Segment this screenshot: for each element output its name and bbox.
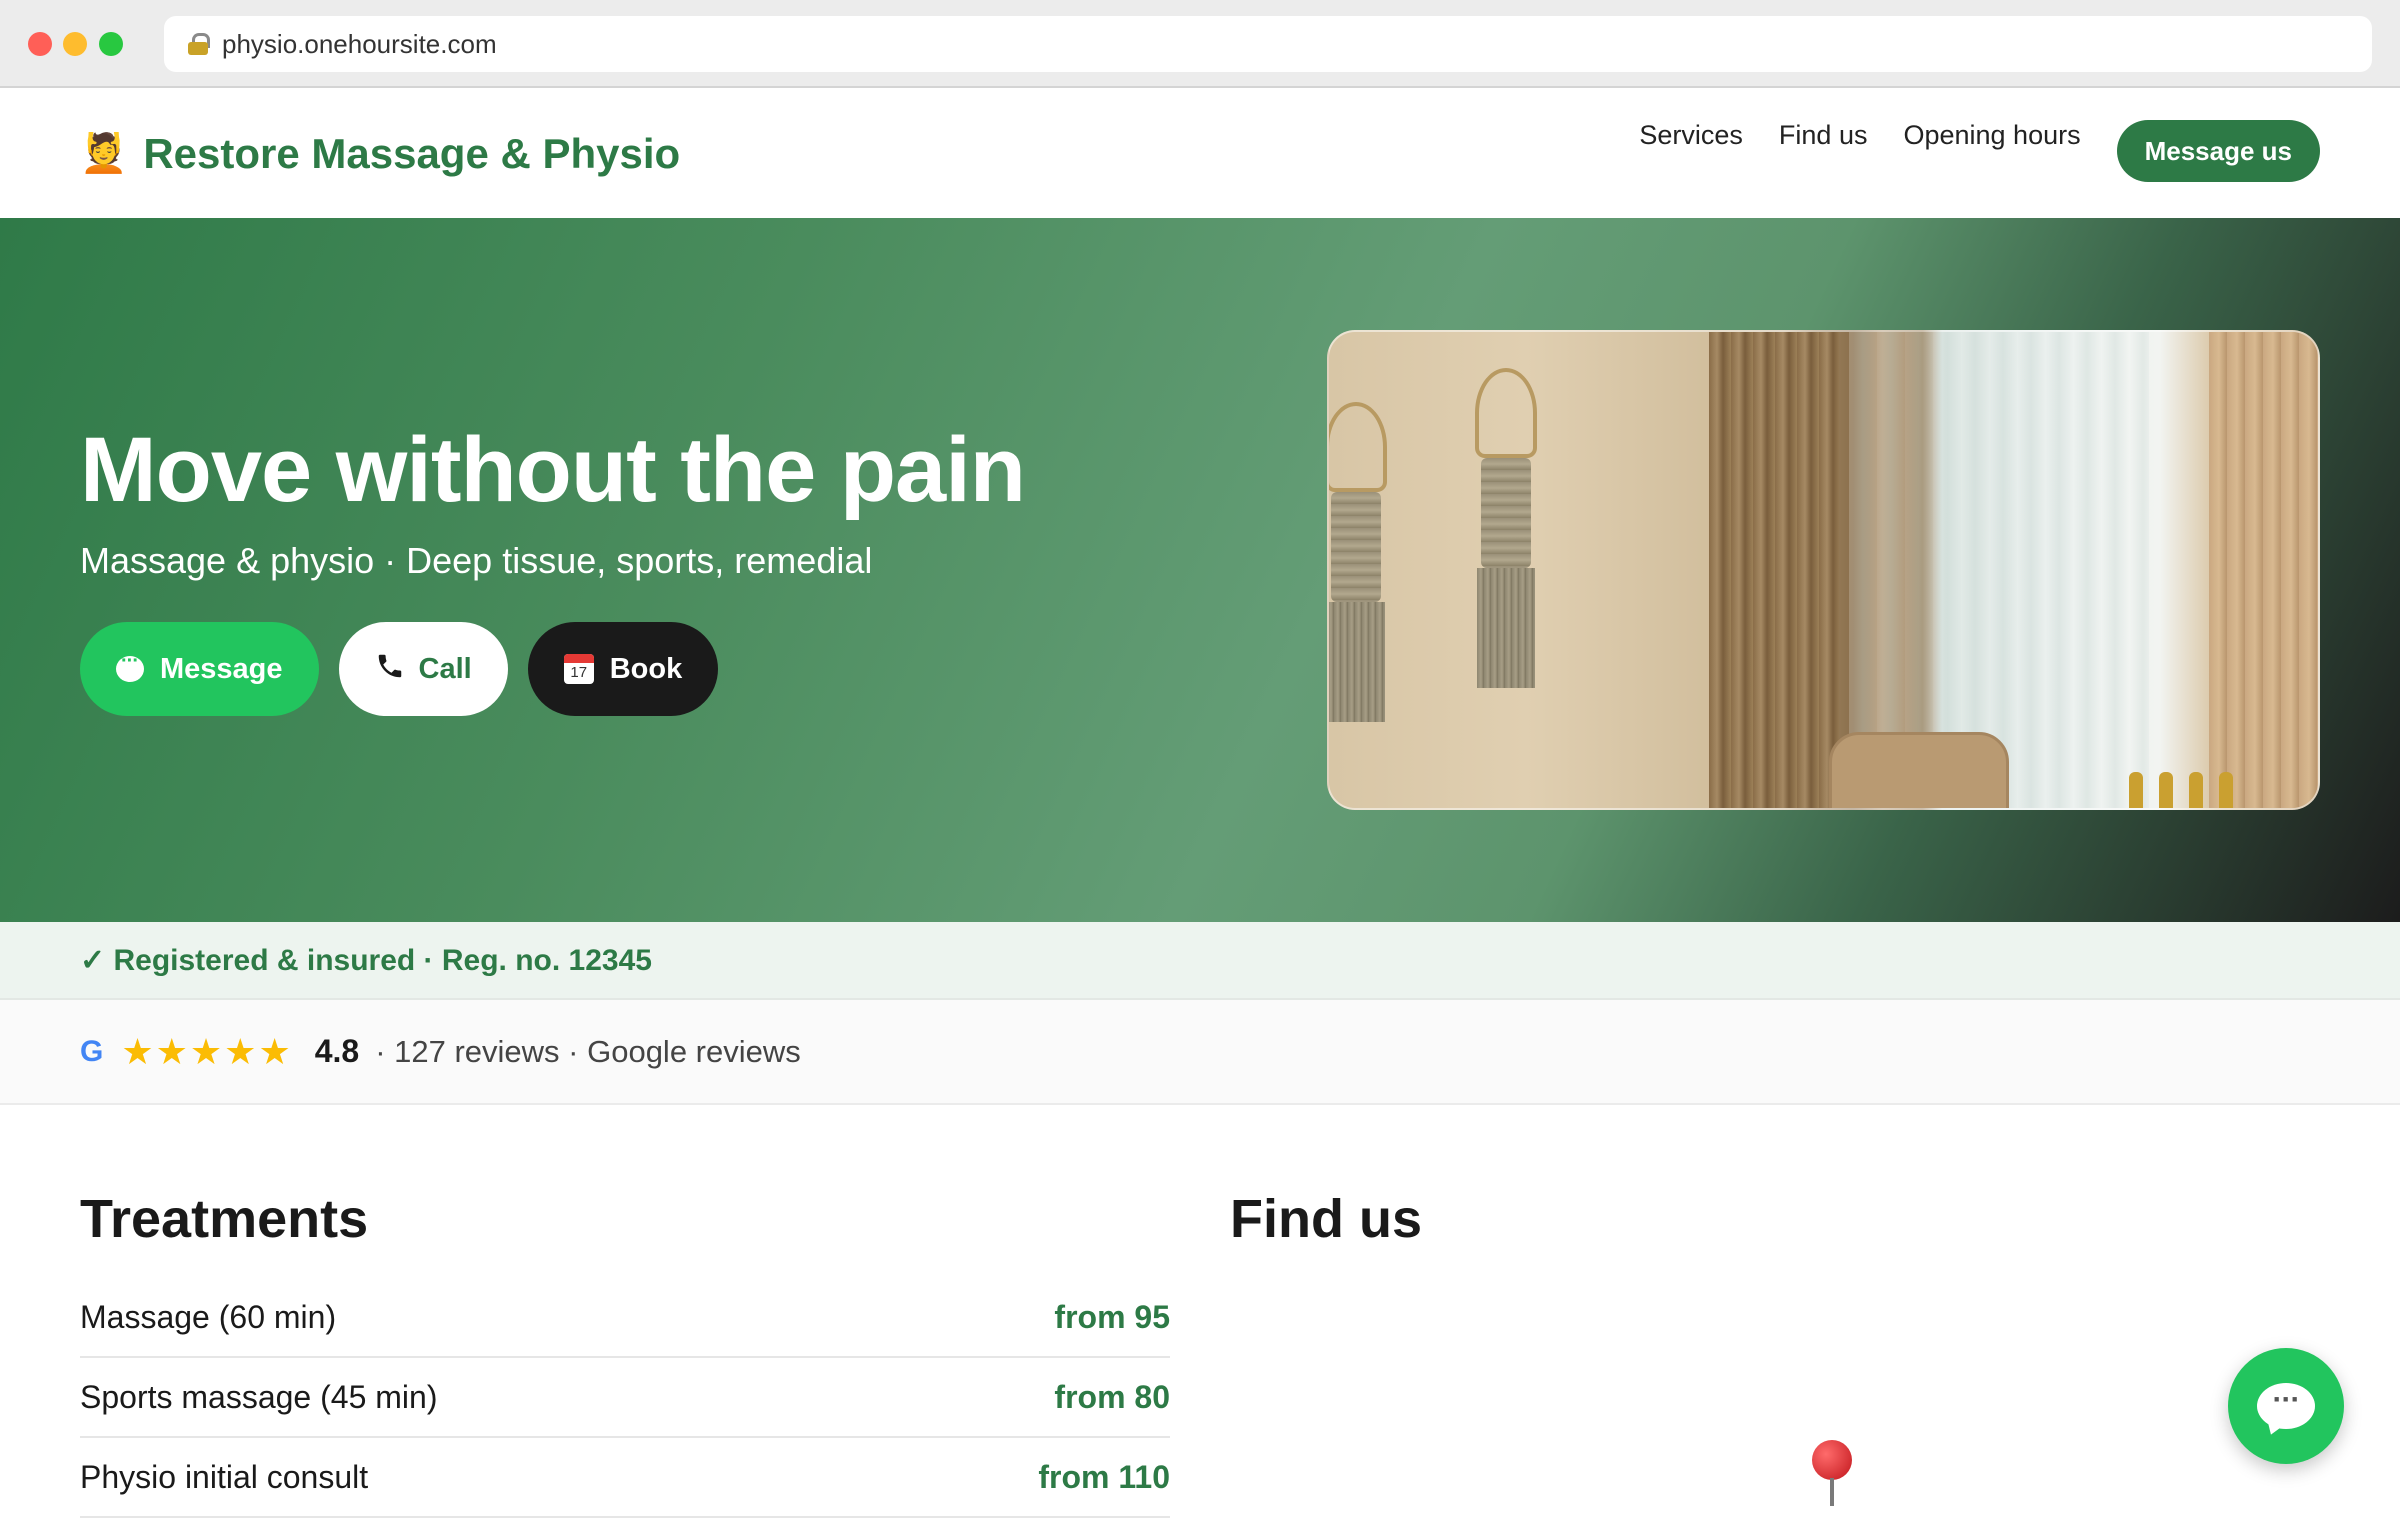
book-button-label: Book [609,652,683,685]
treatment-price: from 110 [1038,1458,1170,1495]
chat-fab-button[interactable]: ··· [2228,1348,2344,1464]
hero-title: Move without the pain [80,419,1026,521]
treatments-title: Treatments [80,1189,369,1249]
call-button[interactable]: Call [338,622,508,716]
treatment-name: Massage (60 min) [80,1298,337,1335]
brand-logo[interactable]: 💆 Restore Massage & Physio [80,130,680,178]
browser-chrome: physio.onehoursite.com [0,0,2400,88]
chat-bubble-icon: ··· [2257,1383,2315,1429]
curtain [2209,332,2318,808]
message-button[interactable]: Message [80,622,319,716]
hero-actions: Message Call 17 Book [80,622,738,716]
lock-icon [188,33,210,55]
rating-value: 4.8 [314,1033,360,1069]
message-button-label: Message [160,652,283,685]
phone-icon [375,651,405,688]
chat-bubble-icon [116,650,144,682]
registration-banner: ✓ Registered & insured · Reg. no. 12345 [0,922,2400,1000]
message-us-button[interactable]: Message us [2116,120,2320,182]
main-nav: Services Find us Opening hours Message u… [1639,120,2320,182]
review-count: · 127 reviews · Google reviews [375,1033,801,1069]
massage-icon: 💆 [80,133,128,175]
curtain [1709,332,1839,808]
reviews-banner: G ★★★★★ 4.8 · 127 reviews · Google revie… [0,1000,2400,1105]
calendar-icon: 17 [563,654,594,684]
treatments-list: Massage (60 min) from 95 Sports massage … [80,1278,1170,1518]
treatment-price: from 95 [1054,1298,1170,1335]
treatment-name: Sports massage (45 min) [80,1378,438,1415]
treatment-row: Physio initial consult from 110 [80,1438,1170,1518]
site-header: 💆 Restore Massage & Physio Services Find… [0,88,2400,218]
window-zoom-button[interactable] [99,32,123,56]
find-us-title: Find us [1230,1189,1422,1249]
nav-link-opening-hours[interactable]: Opening hours [1903,120,2080,151]
window-minimize-button[interactable] [63,32,87,56]
oil-bottles [2129,762,2249,808]
treatment-row: Sports massage (45 min) from 80 [80,1358,1170,1438]
macrame-decoration [1329,402,1393,782]
hero-section: Move without the pain Massage & physio ·… [0,218,2400,922]
book-button[interactable]: 17 Book [527,622,719,716]
nav-link-find-us[interactable]: Find us [1779,120,1868,151]
call-button-label: Call [418,652,472,685]
treatment-row: Massage (60 min) from 95 [80,1278,1170,1358]
calendar-day: 17 [570,664,588,681]
window-close-button[interactable] [28,32,52,56]
brand-name: Restore Massage & Physio [143,130,681,177]
treatment-price: from 80 [1054,1378,1170,1415]
address-bar[interactable]: physio.onehoursite.com [164,16,2372,72]
pillow [1829,732,2009,808]
hero-image [1327,330,2320,810]
registration-text: ✓ Registered & insured · Reg. no. 12345 [80,943,652,977]
star-rating-icon: ★★★★★ [121,1030,293,1072]
nav-link-services[interactable]: Services [1639,120,1743,151]
url-text: physio.onehoursite.com [222,28,497,59]
google-icon: G [80,1034,104,1068]
hero-subtitle: Massage & physio · Deep tissue, sports, … [80,540,873,581]
macrame-decoration [1469,368,1543,688]
map-pin-icon[interactable] [1812,1440,1852,1506]
treatment-name: Physio initial consult [80,1458,369,1495]
